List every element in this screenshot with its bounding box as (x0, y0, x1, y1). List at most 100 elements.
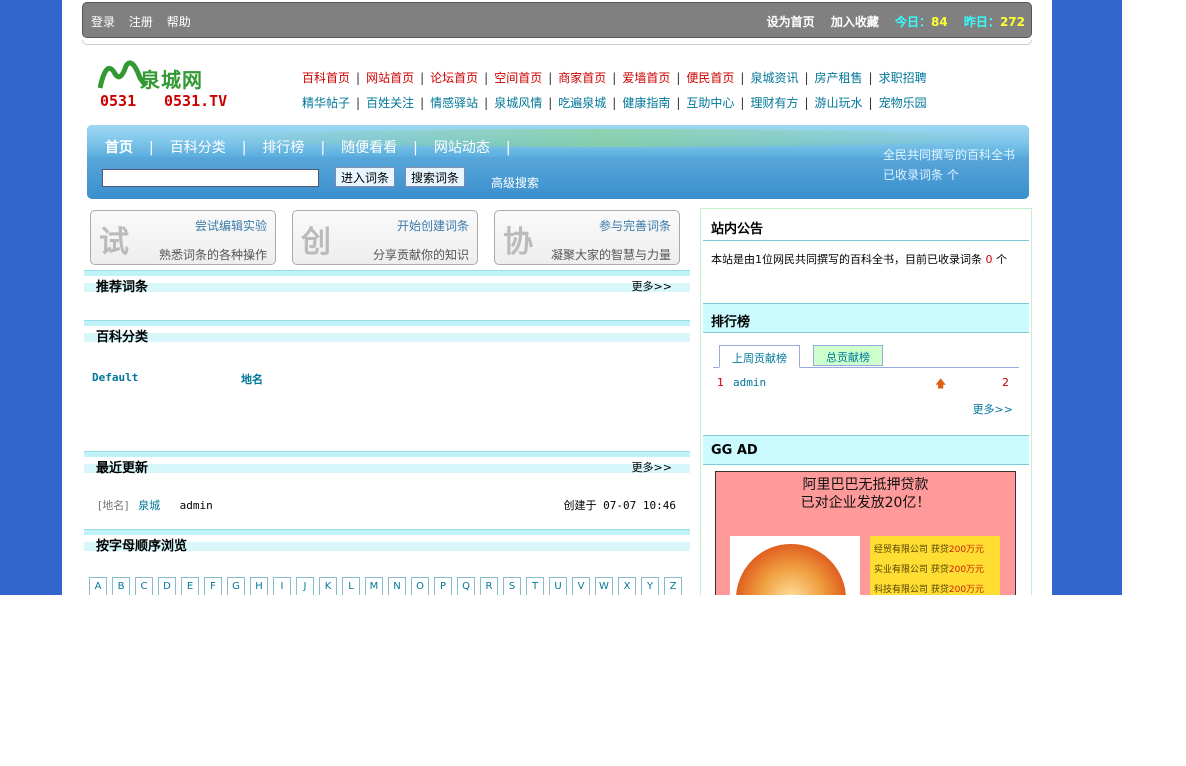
nav-row1-item[interactable]: 空间首页 (494, 71, 542, 85)
nav-row-2: 精华帖子 | 百姓关注 | 情感驿站 | 泉城风情 | 吃遍泉城 | 健康指南 | 互助中心 | 理财有方 |… (302, 94, 927, 111)
alphabet-link[interactable]: T (526, 577, 544, 595)
nav-separator: | (356, 96, 361, 110)
rank-more-link[interactable]: 更多>> (973, 401, 1013, 417)
nav-row2-item[interactable]: 理财有方 (750, 96, 798, 110)
nav-row2-item[interactable]: 精华帖子 (302, 96, 350, 110)
recent-item-title[interactable]: 泉城 (138, 499, 160, 512)
alphabet-link[interactable]: C (135, 577, 153, 595)
nav-row2-item[interactable]: 泉城风情 (494, 96, 542, 110)
ad-list-line: 科技有限公司 获贷200万元 (874, 585, 985, 595)
recent-item: [地名] 泉城 admin 创建于 07-07 10:46 (98, 499, 676, 512)
ad-header: GG AD (703, 435, 1029, 465)
nav-row1-item[interactable]: 房产租售 (815, 71, 863, 85)
tab-main-2[interactable]: 排行榜 (262, 140, 304, 156)
feature-create-box[interactable]: 创 开始创建词条 分享贡献你的知识 (292, 210, 478, 265)
advanced-search-link[interactable]: 高级搜索 (491, 174, 539, 191)
nav-row1-item[interactable]: 论坛首页 (430, 71, 478, 85)
tab-separator: | (505, 140, 511, 156)
alphabet-link[interactable]: H (250, 577, 268, 595)
nav-separator: | (868, 96, 873, 110)
nav-row2-item[interactable]: 百姓关注 (366, 96, 414, 110)
page-side-right (1052, 0, 1122, 595)
alphabet-link[interactable]: B (112, 577, 130, 595)
bookmark-link[interactable]: 加入收藏 (831, 15, 879, 29)
nav-row1-item[interactable]: 商家首页 (558, 71, 606, 85)
alphabet-link[interactable]: R (480, 577, 498, 595)
nav-row1-item[interactable]: 百科首页 (302, 71, 350, 85)
alphabet-link[interactable]: E (181, 577, 199, 595)
alphabet-link[interactable]: Y (641, 577, 659, 595)
nav-separator: | (356, 71, 361, 85)
tab-separator: | (149, 140, 154, 156)
recent-item-user[interactable]: admin (180, 499, 213, 512)
alphabet-link[interactable]: Q (457, 577, 475, 595)
main-tabs: 首页 | 百科分类 | 排行榜 | 随便看看 | 网站动态 | (105, 137, 527, 157)
register-link[interactable]: 注册 (129, 15, 153, 29)
category-link-default[interactable]: Default (92, 371, 138, 384)
rank-tabs: 上周贡献榜 总贡献榜 (713, 343, 1019, 368)
alphabet-link[interactable]: A (89, 577, 107, 595)
tab-main-4[interactable]: 网站动态 (434, 140, 490, 156)
category-link-place[interactable]: 地名 (241, 371, 263, 387)
alphabet-link[interactable]: V (572, 577, 590, 595)
alphabet-link[interactable]: L (342, 577, 360, 595)
nav-row1-item[interactable]: 网站首页 (366, 71, 414, 85)
ad-list-line: 经贸有限公司 获贷200万元 (874, 545, 985, 555)
rank-user-link[interactable]: admin (733, 376, 766, 389)
recent-more-link[interactable]: 更多>> (632, 459, 672, 475)
help-link[interactable]: 帮助 (167, 15, 191, 29)
ad-image-list: 经贸有限公司 获贷200万元 实业有限公司 获贷200万元 科技有限公司 获贷200… (870, 536, 1000, 595)
alphabet-link[interactable]: M (365, 577, 383, 595)
nav-row2-item[interactable]: 游山玩水 (815, 96, 863, 110)
tab-separator: | (241, 140, 247, 156)
nav-separator: | (676, 96, 681, 110)
nav-row2-item[interactable]: 宠物乐园 (879, 96, 927, 110)
logo-prefix: 0531 (100, 92, 137, 110)
nav-row2-item[interactable]: 吃遍泉城 (558, 96, 606, 110)
alphabet-link[interactable]: K (319, 577, 337, 595)
alphabet-link[interactable]: G (227, 577, 245, 595)
feature-collaborate-box[interactable]: 协 参与完善词条 凝聚大家的智慧与力量 (494, 210, 680, 265)
alphabet-link[interactable]: W (595, 577, 613, 595)
nav-row2-item[interactable]: 情感驿站 (430, 96, 478, 110)
alphabet-link[interactable]: F (204, 577, 222, 595)
tab-weekly-contrib[interactable]: 上周贡献榜 (719, 345, 800, 368)
set-home-link[interactable]: 设为首页 (767, 15, 815, 29)
recent-item-time: 创建于 07-07 10:46 (563, 499, 676, 512)
alphabet-link[interactable]: P (434, 577, 452, 595)
tab-main-3[interactable]: 随便看看 (341, 140, 397, 156)
rank-row: 1 admin 🡅 2 (717, 376, 1013, 394)
nav-separator: | (612, 71, 617, 85)
site-logo[interactable]: 泉城网 0531 0531.TV (98, 58, 248, 116)
nav-row1-item[interactable]: 爱墙首页 (622, 71, 670, 85)
ad-banner[interactable]: 阿里巴巴无抵押贷款 已对企业发放20亿！ 经贸有限公司 获贷200万元 实业有限公… (715, 471, 1016, 595)
nav-row2-item[interactable]: 互助中心 (686, 96, 734, 110)
alphabet-link[interactable]: U (549, 577, 567, 595)
search-entry-button[interactable]: 搜索词条 (405, 167, 466, 187)
alphabet-link[interactable]: X (618, 577, 636, 595)
nav-row-1: 百科首页 | 网站首页 | 论坛首页 | 空间首页 | 商家首页 | 爱墙首页 | 便民首页 | 泉城资讯 |… (302, 69, 927, 86)
tab-main-1[interactable]: 百科分类 (170, 140, 226, 156)
login-link[interactable]: 登录 (91, 15, 115, 29)
enter-entry-button[interactable]: 进入词条 (335, 167, 396, 187)
tab-main-0[interactable]: 首页 (105, 140, 133, 156)
yesterday-count: 昨日：272 (963, 15, 1025, 29)
nav-row2-item[interactable]: 健康指南 (622, 96, 670, 110)
alphabet-link[interactable]: D (158, 577, 176, 595)
tab-separator: | (320, 140, 326, 156)
search-input[interactable] (102, 169, 319, 187)
tab-total-contrib[interactable]: 总贡献榜 (813, 345, 883, 366)
ad-list-line: 实业有限公司 获贷200万元 (874, 565, 985, 575)
recommended-section-header: 推荐词条 更多>> (84, 270, 690, 295)
recommended-more-link[interactable]: 更多>> (632, 278, 672, 294)
alphabet-link[interactable]: J (296, 577, 314, 595)
alphabet-link[interactable]: N (388, 577, 406, 595)
nav-row1-item[interactable]: 便民首页 (686, 71, 734, 85)
alphabet-link[interactable]: I (273, 577, 291, 595)
alphabet-link[interactable]: Z (664, 577, 682, 595)
nav-row1-item[interactable]: 求职招聘 (879, 71, 927, 85)
feature-try-box[interactable]: 试 尝试编辑实验 熟悉词条的各种操作 (90, 210, 276, 265)
alphabet-link[interactable]: S (503, 577, 521, 595)
nav-row1-item[interactable]: 泉城资讯 (750, 71, 798, 85)
alphabet-link[interactable]: O (411, 577, 429, 595)
